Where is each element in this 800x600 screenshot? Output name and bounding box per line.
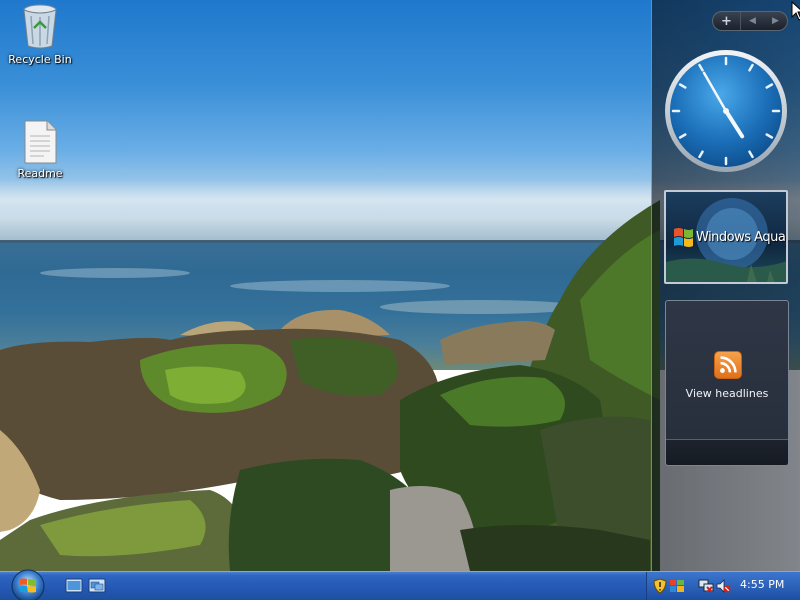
feed-gadget-footer — [666, 439, 788, 465]
view-headlines-link[interactable]: View headlines — [666, 387, 788, 400]
previous-page-button[interactable]: ◀ — [741, 12, 764, 30]
mouse-cursor-icon — [791, 1, 800, 21]
security-shield-icon[interactable] — [652, 578, 668, 594]
desktop-icon-recycle-bin[interactable]: Recycle Bin — [3, 2, 77, 66]
recycle-bin-icon — [23, 4, 57, 49]
text-document-icon — [24, 120, 57, 164]
switch-windows-icon[interactable] — [88, 578, 106, 594]
clock-gadget[interactable] — [663, 48, 789, 174]
slideshow-caption: Windows Aqua — [696, 230, 786, 245]
clock-center — [723, 108, 729, 114]
feed-headlines-gadget[interactable]: View headlines — [665, 300, 789, 466]
windows-sidebar: + ◀ ▶ Windows Aqua View headlines — [651, 0, 800, 571]
desktop-icon-label: Readme — [17, 167, 63, 180]
next-page-button[interactable]: ▶ — [764, 12, 787, 30]
taskbar-clock[interactable]: 4:55 PM — [740, 578, 784, 591]
sidebar-controls: + ◀ ▶ — [712, 11, 788, 31]
desktop-icon-label: Recycle Bin — [8, 53, 72, 66]
taskbar: 4:55 PM — [0, 568, 800, 600]
windows-flag-icon — [674, 228, 693, 247]
slideshow-gadget[interactable]: Windows Aqua — [664, 190, 788, 284]
rss-feed-icon[interactable] — [714, 351, 742, 379]
volume-muted-icon[interactable] — [715, 578, 731, 594]
add-gadget-button[interactable]: + — [713, 12, 741, 30]
desktop-icon-readme[interactable]: Readme — [3, 120, 77, 180]
start-orb-icon[interactable] — [8, 568, 48, 600]
network-disconnected-icon[interactable] — [698, 578, 714, 594]
show-desktop-icon[interactable] — [65, 578, 83, 594]
network-icon[interactable] — [669, 578, 685, 594]
